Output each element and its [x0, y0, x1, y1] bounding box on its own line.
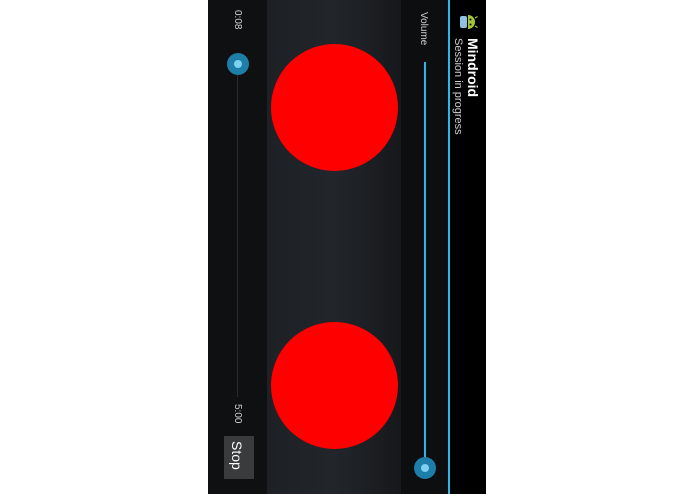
elapsed-time: 0:08	[232, 10, 243, 30]
stimulus-circle-top	[271, 44, 398, 171]
device-screen: 0:08 5:00 Stop Volume Mindroid Session i…	[208, 0, 486, 494]
app-subtitle: Session in progress	[452, 38, 464, 135]
volume-label: Volume	[418, 12, 429, 46]
android-app-icon	[460, 15, 478, 29]
total-time: 5:00	[232, 404, 243, 424]
stop-button-label: Stop	[229, 441, 245, 470]
volume-slider-track[interactable]	[424, 62, 426, 468]
stimulus-circle-bottom	[271, 322, 398, 449]
session-progress-track	[237, 55, 238, 397]
volume-slider-thumb[interactable]	[414, 457, 436, 479]
session-progress-thumb[interactable]	[227, 53, 249, 75]
app-title: Mindroid	[465, 38, 481, 98]
